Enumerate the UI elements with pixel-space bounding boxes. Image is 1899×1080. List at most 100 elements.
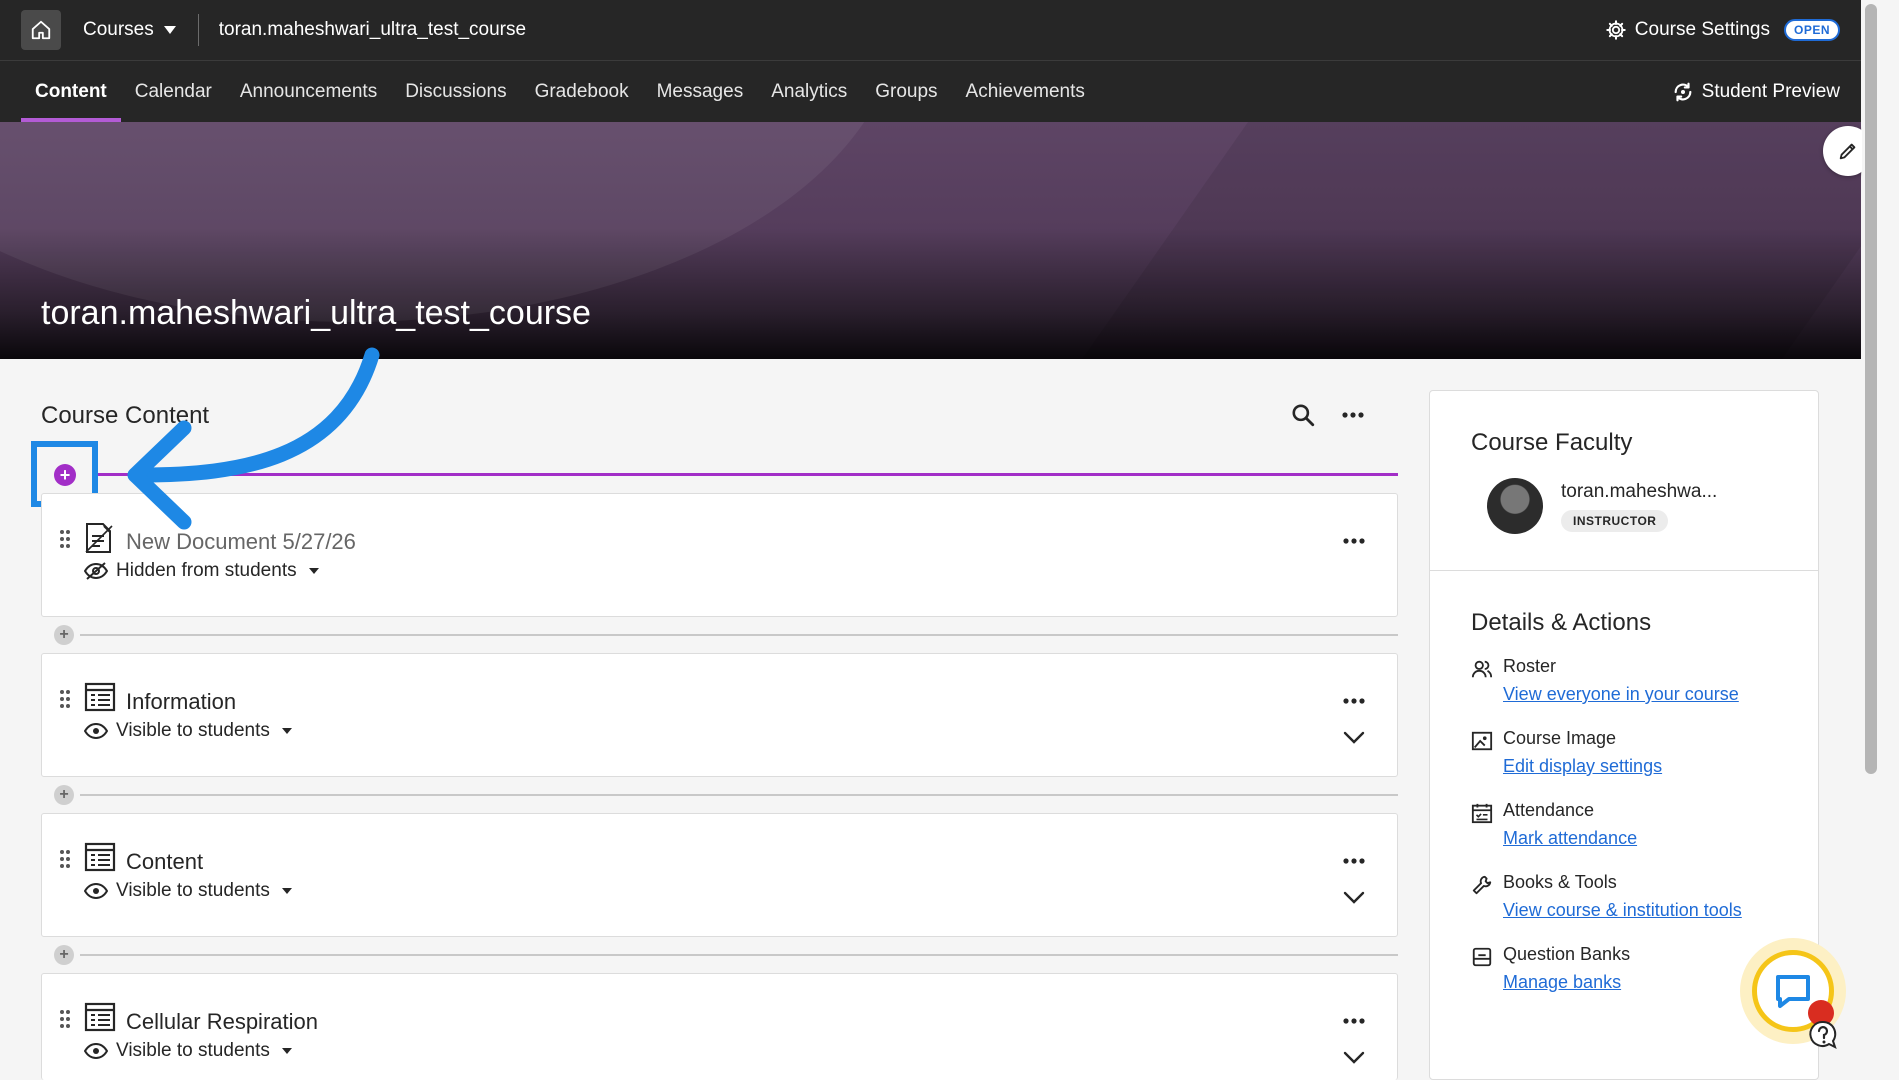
- plus-icon[interactable]: +: [54, 785, 74, 805]
- drag-handle-icon[interactable]: [60, 690, 70, 708]
- plus-icon[interactable]: +: [54, 945, 74, 965]
- tab-analytics[interactable]: Analytics: [757, 61, 861, 122]
- course-banner: toran.maheshwari_ultra_test_course: [0, 122, 1861, 359]
- details-actions-heading: Details & Actions: [1471, 609, 1652, 636]
- roster-icon: [1471, 660, 1493, 678]
- folder-icon: [84, 842, 116, 877]
- image-icon: [1471, 731, 1493, 751]
- gear-icon: [1606, 20, 1626, 40]
- visibility-dropdown[interactable]: Visible to students: [84, 720, 292, 742]
- drag-handle-icon[interactable]: [60, 850, 70, 868]
- content-item[interactable]: Cellular Respiration Visible to students: [41, 973, 1398, 1080]
- content-item[interactable]: Information Visible to students: [41, 653, 1398, 777]
- content-item[interactable]: New Document 5/27/26 Hidden from student…: [41, 493, 1398, 617]
- folder-icon: [84, 682, 116, 717]
- student-preview-button[interactable]: Student Preview: [1672, 61, 1840, 123]
- chevron-down-icon: [1343, 731, 1365, 744]
- faculty-name[interactable]: toran.maheshwa...: [1561, 481, 1717, 503]
- manage-banks-link[interactable]: Manage banks: [1503, 972, 1621, 993]
- more-horizontal-icon: [1343, 538, 1365, 544]
- content-item-title[interactable]: Cellular Respiration: [126, 1009, 318, 1035]
- plus-icon[interactable]: +: [54, 625, 74, 645]
- course-title: toran.maheshwari_ultra_test_course: [41, 294, 591, 332]
- content-item-title[interactable]: Content: [126, 849, 203, 875]
- content-more-options-button[interactable]: [1340, 402, 1366, 433]
- sidebar-divider: [1430, 570, 1818, 571]
- more-horizontal-icon: [1343, 858, 1365, 864]
- caret-down-icon: [308, 568, 319, 574]
- item-more-options-button[interactable]: [1341, 1008, 1367, 1039]
- view-tools-link[interactable]: View course & institution tools: [1503, 900, 1742, 921]
- chevron-down-icon: [1343, 891, 1365, 904]
- tab-achievements[interactable]: Achievements: [952, 61, 1099, 122]
- tab-label: Calendar: [134, 80, 212, 102]
- visibility-dropdown[interactable]: Visible to students: [84, 1040, 292, 1062]
- item-more-options-button[interactable]: [1341, 848, 1367, 879]
- add-row-line: [80, 954, 1398, 956]
- document-icon: [84, 522, 114, 559]
- visibility-label: Visible to students: [116, 880, 270, 901]
- visibility-label: Visible to students: [116, 1040, 270, 1061]
- content-item[interactable]: Content Visible to students: [41, 813, 1398, 937]
- content-item-title[interactable]: Information: [126, 689, 236, 715]
- detail-label: Roster: [1503, 656, 1557, 676]
- folder-icon: [84, 1002, 116, 1037]
- banner-decor: [1009, 122, 1861, 359]
- question-bank-icon: [1472, 947, 1492, 967]
- add-row-line: [80, 794, 1398, 796]
- add-content-row[interactable]: +: [54, 625, 1398, 645]
- more-horizontal-icon: [1342, 412, 1364, 418]
- expand-chevron-button[interactable]: [1341, 884, 1367, 915]
- detail-label: Course Image: [1503, 728, 1617, 748]
- course-content-heading: Course Content: [41, 402, 210, 429]
- item-more-options-button[interactable]: [1341, 688, 1367, 719]
- breadcrumb-course-name: toran.maheshwari_ultra_test_course: [218, 19, 527, 40]
- tab-label: Discussions: [405, 80, 507, 102]
- visibility-label: Hidden from students: [116, 560, 297, 581]
- add-content-row[interactable]: +: [54, 785, 1398, 805]
- question-bubble-icon[interactable]: [1806, 1018, 1840, 1057]
- home-button[interactable]: [21, 10, 61, 50]
- tab-gradebook[interactable]: Gradebook: [521, 61, 643, 122]
- eye-slash-icon: [84, 562, 108, 580]
- detail-label: Attendance: [1503, 800, 1595, 820]
- tab-discussions[interactable]: Discussions: [391, 61, 520, 122]
- visibility-label: Visible to students: [116, 720, 270, 741]
- expand-chevron-button[interactable]: [1341, 1044, 1367, 1075]
- mark-attendance-link[interactable]: Mark attendance: [1503, 828, 1637, 849]
- visibility-dropdown[interactable]: Visible to students: [84, 880, 292, 902]
- tab-label: Groups: [875, 80, 938, 102]
- tab-announcements[interactable]: Announcements: [226, 61, 391, 122]
- courses-dropdown[interactable]: Courses: [83, 19, 176, 41]
- edit-display-settings-link[interactable]: Edit display settings: [1503, 756, 1662, 777]
- drag-handle-icon[interactable]: [60, 1010, 70, 1028]
- tab-label: Analytics: [771, 80, 848, 102]
- drag-handle-icon[interactable]: [60, 530, 70, 548]
- tab-label: Gradebook: [534, 80, 629, 102]
- tab-calendar[interactable]: Calendar: [121, 61, 226, 122]
- pencil-icon: [1839, 143, 1856, 160]
- page-scrollbar-thumb[interactable]: [1865, 4, 1877, 774]
- caret-down-icon: [281, 1048, 292, 1054]
- tab-groups[interactable]: Groups: [861, 61, 951, 122]
- student-preview-label: Student Preview: [1701, 81, 1840, 102]
- visibility-dropdown[interactable]: Hidden from students: [84, 560, 319, 582]
- home-icon: [31, 20, 51, 40]
- wrench-icon: [1472, 875, 1492, 895]
- eye-icon: [84, 1042, 108, 1060]
- tab-messages[interactable]: Messages: [643, 61, 758, 122]
- course-faculty-heading: Course Faculty: [1471, 429, 1633, 456]
- course-settings-button[interactable]: Course Settings OPEN: [1605, 0, 1840, 60]
- expand-chevron-button[interactable]: [1341, 724, 1367, 755]
- search-content-button[interactable]: [1290, 402, 1316, 433]
- avatar[interactable]: [1487, 478, 1543, 534]
- view-roster-link[interactable]: View everyone in your course: [1503, 684, 1739, 705]
- tab-label: Achievements: [965, 80, 1085, 102]
- add-content-row[interactable]: +: [54, 945, 1398, 965]
- content-item-title[interactable]: New Document 5/27/26: [126, 529, 356, 555]
- tab-content[interactable]: Content: [21, 61, 121, 122]
- top-divider: [197, 14, 199, 46]
- tab-label: Messages: [656, 80, 744, 102]
- item-more-options-button[interactable]: [1341, 528, 1367, 559]
- caret-down-icon: [281, 888, 292, 894]
